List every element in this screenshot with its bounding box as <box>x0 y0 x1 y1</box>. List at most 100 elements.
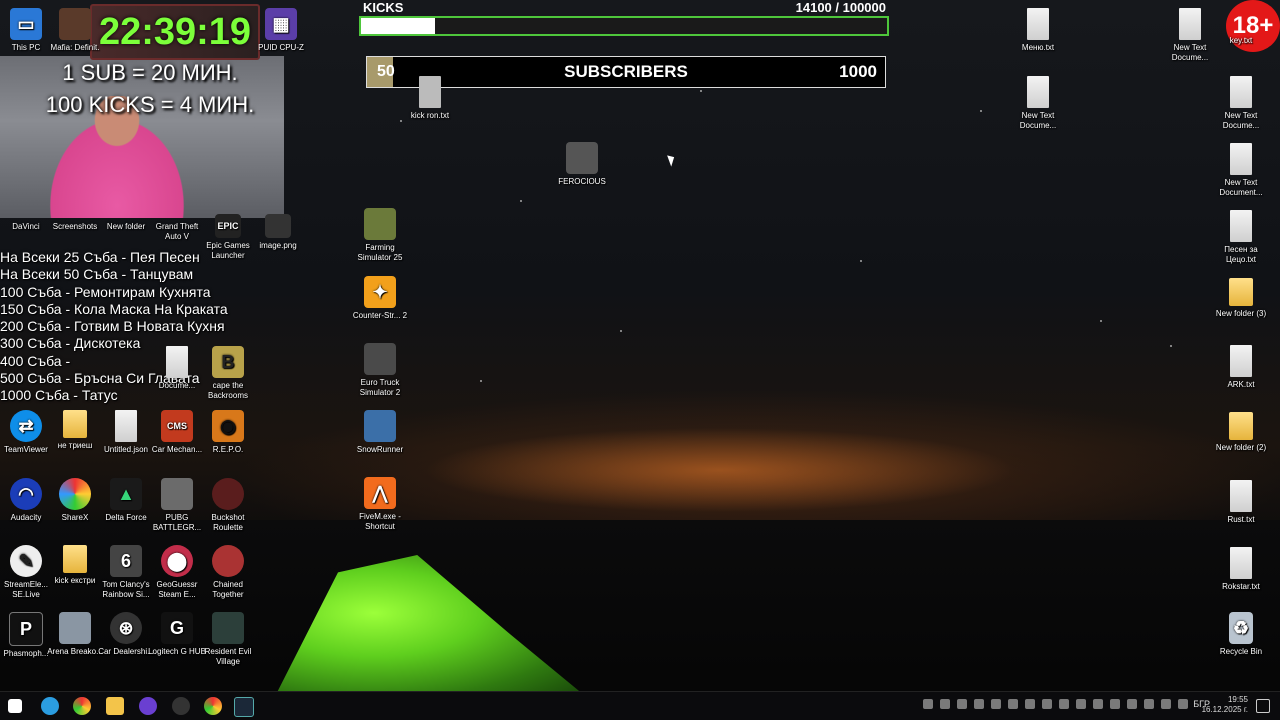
subscribers-goal: 1000 <box>839 62 877 81</box>
epic-games-icon: EPIC <box>215 214 241 238</box>
stream-timer: 22:39:19 <box>90 4 260 60</box>
tray-icon[interactable] <box>1025 699 1035 709</box>
desktop-icon-cpuz[interactable]: ▦ PUID CPU-Z <box>251 8 311 53</box>
kicks-count: 14100 / 100000 <box>795 0 886 15</box>
star <box>480 380 482 382</box>
text-file-icon <box>419 76 441 108</box>
tray-icon[interactable] <box>923 699 933 709</box>
desktop-icon-mafia[interactable]: Mafia: Definit. <box>45 8 105 53</box>
backrooms-icon: B <box>212 346 244 378</box>
taskbar-clock[interactable]: 19:55 16.12.2025 г. <box>1202 695 1248 715</box>
goal-item: 100 Съба - Ремонтирам Кухнята <box>0 283 211 300</box>
desktop-icon-buckshot[interactable]: Buckshot Roulette <box>198 478 258 533</box>
kicks-title: KICKS <box>363 0 404 15</box>
system-tray <box>923 699 1188 709</box>
desktop-icon-new-text-doc[interactable]: New Text Document... <box>1211 143 1271 198</box>
truck-icon <box>364 343 396 375</box>
notification-icon[interactable] <box>1256 699 1270 713</box>
star <box>860 260 862 262</box>
ferocious-icon <box>566 142 598 174</box>
desktop-icon-farming-simulator[interactable]: Farming Simulator 25 <box>350 208 410 263</box>
goal-item: 200 Съба - Готвим В Новата Кухня <box>0 318 225 335</box>
arena-breakout-icon <box>59 612 91 644</box>
desktop-icon-rokstar-txt[interactable]: Rokstar.txt <box>1211 547 1271 592</box>
tray-icon[interactable] <box>991 699 1001 709</box>
desktop-icon-recycle-bin[interactable]: ♻ Recycle Bin <box>1211 612 1271 657</box>
logitech-icon: G <box>161 612 193 644</box>
chained-together-icon <box>212 545 244 577</box>
desktop-icon-menu-txt[interactable]: Меню.txt <box>1008 8 1068 53</box>
desktop-icon-new-text-doc[interactable]: New Text Docume... <box>1211 76 1271 131</box>
chat-app-icon[interactable] <box>139 697 157 715</box>
desktop-icon-chained-together[interactable]: Chained Together <box>198 545 258 600</box>
tray-icon[interactable] <box>957 699 967 709</box>
steam-icon[interactable] <box>234 697 254 717</box>
obs-icon[interactable] <box>172 697 190 715</box>
tray-icon[interactable] <box>1059 699 1069 709</box>
desktop-icon-snowrunner[interactable]: SnowRunner <box>350 410 410 455</box>
star <box>980 110 982 112</box>
desktop-icon-image-png[interactable]: image.png <box>248 214 308 251</box>
text-file-icon <box>1179 8 1201 40</box>
pubg-icon <box>161 478 193 510</box>
star <box>700 90 702 92</box>
desktop-icon-new-folder-2[interactable]: New folder (2) <box>1211 412 1271 453</box>
star <box>1100 320 1102 322</box>
desktop-icon-escape-backrooms[interactable]: Bcape the Backrooms <box>198 346 258 401</box>
audacity-icon: ◠ <box>10 478 42 510</box>
text-file-icon <box>1230 547 1252 579</box>
json-file-icon <box>115 410 137 442</box>
desktop-icon-euro-truck[interactable]: Euro Truck Simulator 2 <box>350 343 410 398</box>
desktop-icon-key-txt[interactable]: key.txt <box>1211 36 1271 46</box>
desktop-icon-new-text-doc[interactable]: New Text Docume... <box>1008 76 1068 131</box>
windows-start-icon[interactable] <box>8 699 22 713</box>
kicks-progress-bar <box>359 16 889 36</box>
desktop-icon-kick-ron[interactable]: kick ron.txt <box>400 76 460 121</box>
kicks-progress-fill <box>361 18 436 34</box>
tray-icon[interactable] <box>1042 699 1052 709</box>
desktop-icon-repo[interactable]: ◉ R.E.P.O. <box>198 410 258 455</box>
desktop-icon-fivem[interactable]: ⋀ FiveM.exe - Shortcut <box>350 477 410 532</box>
desktop-icon-ark-txt[interactable]: ARK.txt <box>1211 345 1271 390</box>
phasmophobia-icon: P <box>9 612 43 646</box>
tray-icon[interactable] <box>1110 699 1120 709</box>
star <box>520 200 522 202</box>
image-file-icon <box>265 214 291 238</box>
counter-strike-icon: ✦ <box>364 276 396 308</box>
tray-icon[interactable] <box>1144 699 1154 709</box>
tray-icon[interactable] <box>1093 699 1103 709</box>
desktop-icon-song-txt[interactable]: Песен за Цецо.txt <box>1211 210 1271 265</box>
text-file-icon <box>1230 210 1252 242</box>
file-explorer-icon[interactable] <box>106 697 124 715</box>
kicks-rate-text: 100 KICKS = 4 МИН. <box>45 92 255 117</box>
star <box>1170 345 1172 347</box>
tray-icon[interactable] <box>940 699 950 709</box>
clock-date: 16.12.2025 г. <box>1201 705 1248 714</box>
text-file-icon <box>1027 8 1049 40</box>
rainbow-six-icon: 6 <box>110 545 142 577</box>
text-file-icon <box>1230 143 1252 175</box>
chrome-icon[interactable] <box>73 697 91 715</box>
folder-icon <box>63 545 87 573</box>
tray-icon[interactable] <box>1127 699 1137 709</box>
desktop-icon-rust-txt[interactable]: Rust.txt <box>1211 480 1271 525</box>
tray-icon[interactable] <box>974 699 984 709</box>
game-icon <box>59 8 91 40</box>
edge-icon[interactable] <box>41 697 59 715</box>
desktop-icon-resident-evil[interactable]: Resident Evil Village <box>198 612 258 667</box>
tray-icon[interactable] <box>1161 699 1171 709</box>
recycle-bin-icon: ♻ <box>1229 612 1253 644</box>
tray-icon[interactable] <box>1008 699 1018 709</box>
clock-time: 19:55 <box>1227 695 1248 704</box>
desktop-icon-new-folder-3[interactable]: New folder (3) <box>1211 278 1271 319</box>
text-file-icon <box>1027 76 1049 108</box>
desktop-icon-ferocious[interactable]: FEROCIOUS <box>552 142 612 187</box>
tray-icon[interactable] <box>1076 699 1086 709</box>
desktop-icon-counter-strike[interactable]: ✦ Counter-Str... 2 <box>350 276 410 321</box>
goal-item: На Всеки 50 Съба - Танцувам <box>0 266 194 283</box>
volume-icon[interactable] <box>1178 699 1188 709</box>
car-mechanic-icon: CMS <box>161 410 193 442</box>
map-pin-icon: ⬤ <box>161 545 193 577</box>
chrome-icon[interactable] <box>204 697 222 715</box>
folder-icon <box>63 410 87 438</box>
